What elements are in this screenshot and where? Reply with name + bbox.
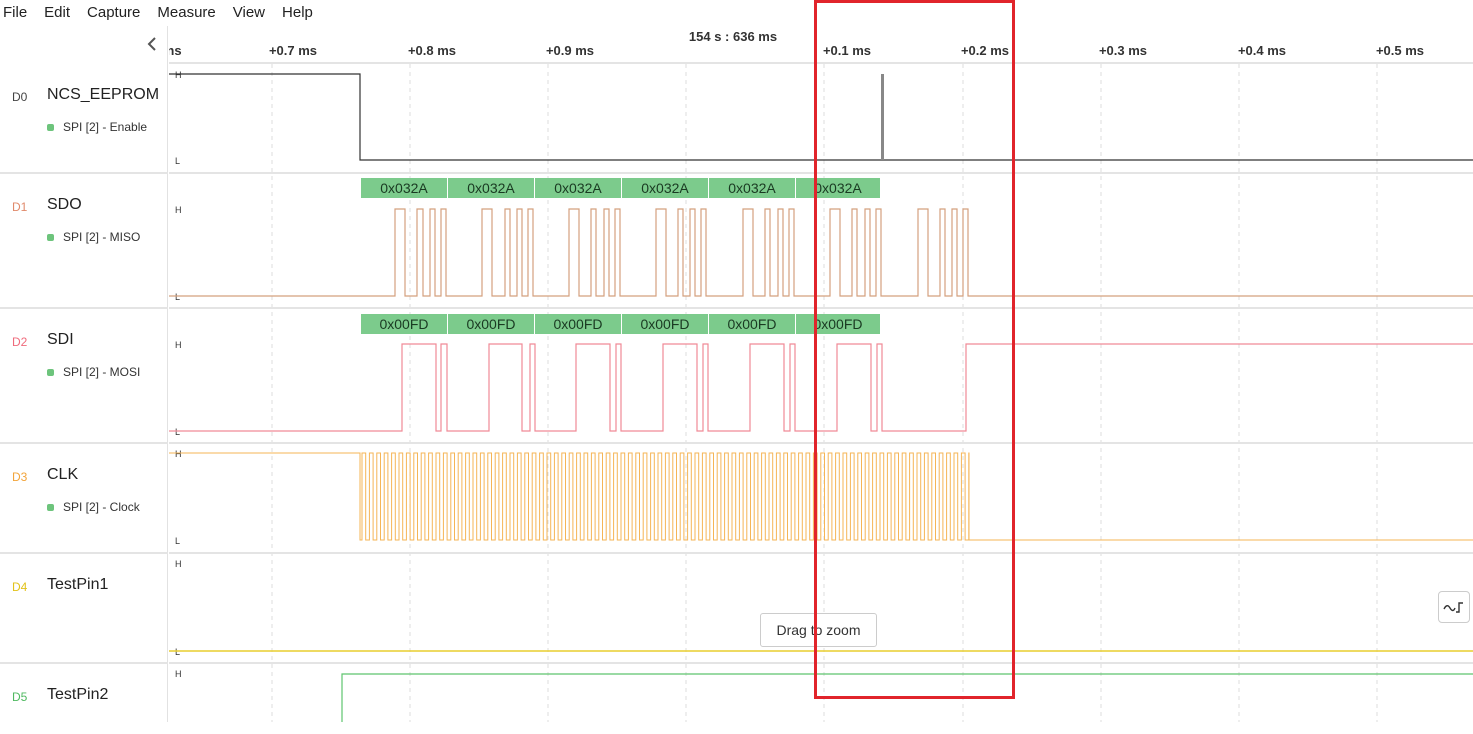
analyzer-text: SPI [2] - MOSI [63,365,141,379]
channel-row-d1[interactable]: D1 SDO SPI [2] - MISO [0,174,168,309]
analyzer-dot [47,368,54,376]
waveform-d2 [169,343,1473,432]
chevron-left-icon[interactable] [142,32,162,56]
channel-name[interactable]: SDI [47,331,74,349]
analyzer-label: SPI [2] - MOSI [47,365,140,379]
level-high-label: H [175,340,182,350]
row-separator [169,307,1473,309]
enable-spike [881,74,884,160]
level-low-label: L [175,156,180,166]
channel-name[interactable]: SDO [47,196,82,214]
row-separators [169,172,1473,664]
level-low-label: L [175,292,180,302]
menu-help[interactable]: Help [280,0,313,26]
level-high-label: H [175,449,182,459]
decode-value: 0x00FD [813,316,862,332]
channel-id: D5 [12,690,28,704]
decode-bar-mosi[interactable]: 0x00FD 0x00FD 0x00FD 0x00FD 0x00FD 0x00FD [361,314,880,334]
row-separator [169,662,1473,664]
analyzer-text: SPI [2] - Clock [63,500,140,514]
decode-value: 0x032A [641,180,689,196]
waveform-d0 [169,73,1473,161]
decode-value: 0x00FD [727,316,776,332]
decode-value: 0x032A [380,180,428,196]
channel-row-d3[interactable]: D3 CLK SPI [2] - Clock [0,444,168,554]
channel-row-d4[interactable]: D4 TestPin1 [0,554,168,664]
waveform-d5 [341,673,1473,722]
time-tick: +0.3 ms [1098,43,1148,58]
level-low-label: L [175,536,180,546]
row-separator [169,172,1473,174]
waveform-d1 [169,208,1473,297]
decode-value: 0x00FD [553,316,602,332]
analyzer-text: SPI [2] - Enable [63,120,148,134]
channel-row-d0[interactable]: D0 NCS_EEPROM SPI [2] - Enable [0,64,168,174]
time-tick: +0.5 ms [1375,43,1425,58]
decode-value: 0x032A [728,180,776,196]
time-tick: +0.4 ms [1237,43,1287,58]
row-separator [169,552,1473,554]
level-low-label: L [175,427,180,437]
channel-row-d2[interactable]: D2 SDI SPI [2] - MOSI [0,309,168,444]
signal-edge-icon[interactable] [1438,591,1470,623]
time-tick: +0.8 ms [407,43,457,58]
channel-name[interactable]: NCS_EEPROM [47,86,159,104]
drag-to-zoom-hint[interactable]: Drag to zoom [760,613,877,647]
analyzer-label: SPI [2] - Enable [47,120,147,134]
channel-id: D2 [12,335,28,349]
channel-row-d5[interactable]: D5 TestPin2 [0,664,168,734]
decode-value: 0x032A [554,180,602,196]
menu-file[interactable]: File [1,0,27,26]
menu-bar: File Edit Capture Measure View Help [0,0,1473,26]
channel-id: D3 [12,470,28,484]
time-tick: +0.9 ms [545,43,595,58]
decode-value: 0x00FD [640,316,689,332]
level-high-label: H [175,70,182,80]
time-tick: +0.1 ms [822,43,872,58]
channel-id: D0 [12,90,28,104]
row-separator [169,442,1473,444]
time-tick: +0.7 ms [268,43,318,58]
time-tick: ns [169,43,182,58]
menu-view[interactable]: View [231,0,265,26]
menu-capture[interactable]: Capture [85,0,140,26]
channel-name[interactable]: CLK [47,466,78,484]
decode-value: 0x00FD [466,316,515,332]
level-high-label: H [175,669,182,679]
channel-sidebar: D0 NCS_EEPROM SPI [2] - Enable D1 SDO SP… [0,26,168,722]
center-time-label: 154 s : 636 ms [688,29,778,44]
decode-value: 0x00FD [379,316,428,332]
analyzer-dot [47,503,54,511]
analyzer-dot [47,123,54,131]
analyzer-label: SPI [2] - Clock [47,500,140,514]
decode-value: 0x032A [467,180,515,196]
level-high-label: H [175,205,182,215]
decode-value: 0x032A [814,180,862,196]
analyzer-dot [47,233,54,241]
analyzer-text: SPI [2] - MISO [63,230,141,244]
waveform-d3 [169,452,1473,541]
analyzer-label: SPI [2] - MISO [47,230,140,244]
time-tick: +0.2 ms [960,43,1010,58]
channel-name[interactable]: TestPin1 [47,576,108,594]
channel-id: D1 [12,200,28,214]
level-labels: H L H L H L H L H L H [175,70,182,679]
timeline-ruler[interactable]: 154 s : 636 ms ns +0.7 ms +0.8 ms +0.9 m… [169,26,1473,64]
menu-edit[interactable]: Edit [42,0,70,26]
decode-bar-miso[interactable]: 0x032A 0x032A 0x032A 0x032A 0x032A 0x032A [361,178,880,198]
level-high-label: H [175,559,182,569]
channel-id: D4 [12,580,28,594]
level-low-label: L [175,647,180,657]
menu-measure[interactable]: Measure [155,0,215,26]
channel-name[interactable]: TestPin2 [47,686,108,704]
